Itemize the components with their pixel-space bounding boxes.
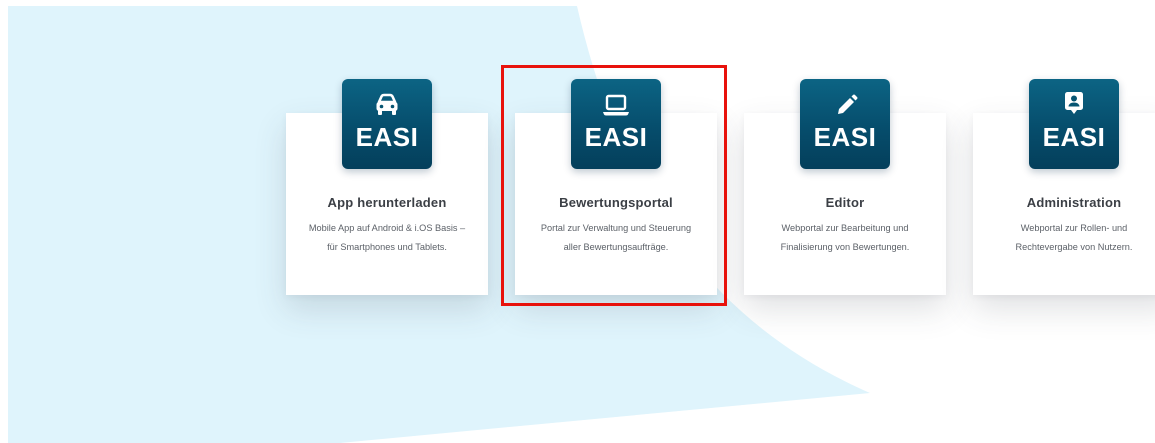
card-description-line: aller Bewertungsaufträge.: [563, 242, 669, 252]
card-description-line: Webportal zur Rollen- und: [1020, 223, 1128, 233]
card-description-line: Webportal zur Bearbeitung und: [781, 223, 909, 233]
page: App herunterladen Mobile App auf Android…: [0, 0, 1155, 443]
card-description-line: Rechtevergabe von Nutzern.: [1015, 242, 1133, 252]
card-title: Editor: [825, 195, 865, 210]
easi-app-tile[interactable]: EASI: [342, 79, 432, 169]
card-description: Mobile App auf Android & i.OS Basis – fü…: [294, 219, 480, 257]
pencil-icon: [800, 93, 890, 117]
card-description: Webportal zur Bearbeitung und Finalisier…: [752, 219, 938, 257]
easi-admin-tile[interactable]: EASI: [1029, 79, 1119, 169]
easi-editor-tile[interactable]: EASI: [800, 79, 890, 169]
card-title: App herunterladen: [327, 195, 447, 210]
user-badge-icon: [1029, 92, 1119, 117]
tile-label: EASI: [1042, 122, 1106, 152]
tile-label: EASI: [584, 122, 648, 152]
card-description-line: Mobile App auf Android & i.OS Basis –: [308, 223, 466, 233]
tile-label: EASI: [813, 122, 877, 152]
tile-label: EASI: [355, 122, 419, 152]
card-description-line: Portal zur Verwaltung und Steuerung: [540, 223, 692, 233]
card-description-line: für Smartphones und Tablets.: [327, 242, 447, 252]
easi-portal-tile[interactable]: EASI: [571, 79, 661, 169]
car-icon: [342, 93, 432, 117]
card-description: Portal zur Verwaltung und Steuerung alle…: [523, 219, 709, 257]
laptop-icon: [571, 93, 661, 117]
card-title: Administration: [1026, 195, 1122, 210]
card-description-line: Finalisierung von Bewertungen.: [780, 242, 910, 252]
card-description: Webportal zur Rollen- und Rechtevergabe …: [981, 219, 1155, 257]
card-title: Bewertungsportal: [559, 195, 673, 210]
